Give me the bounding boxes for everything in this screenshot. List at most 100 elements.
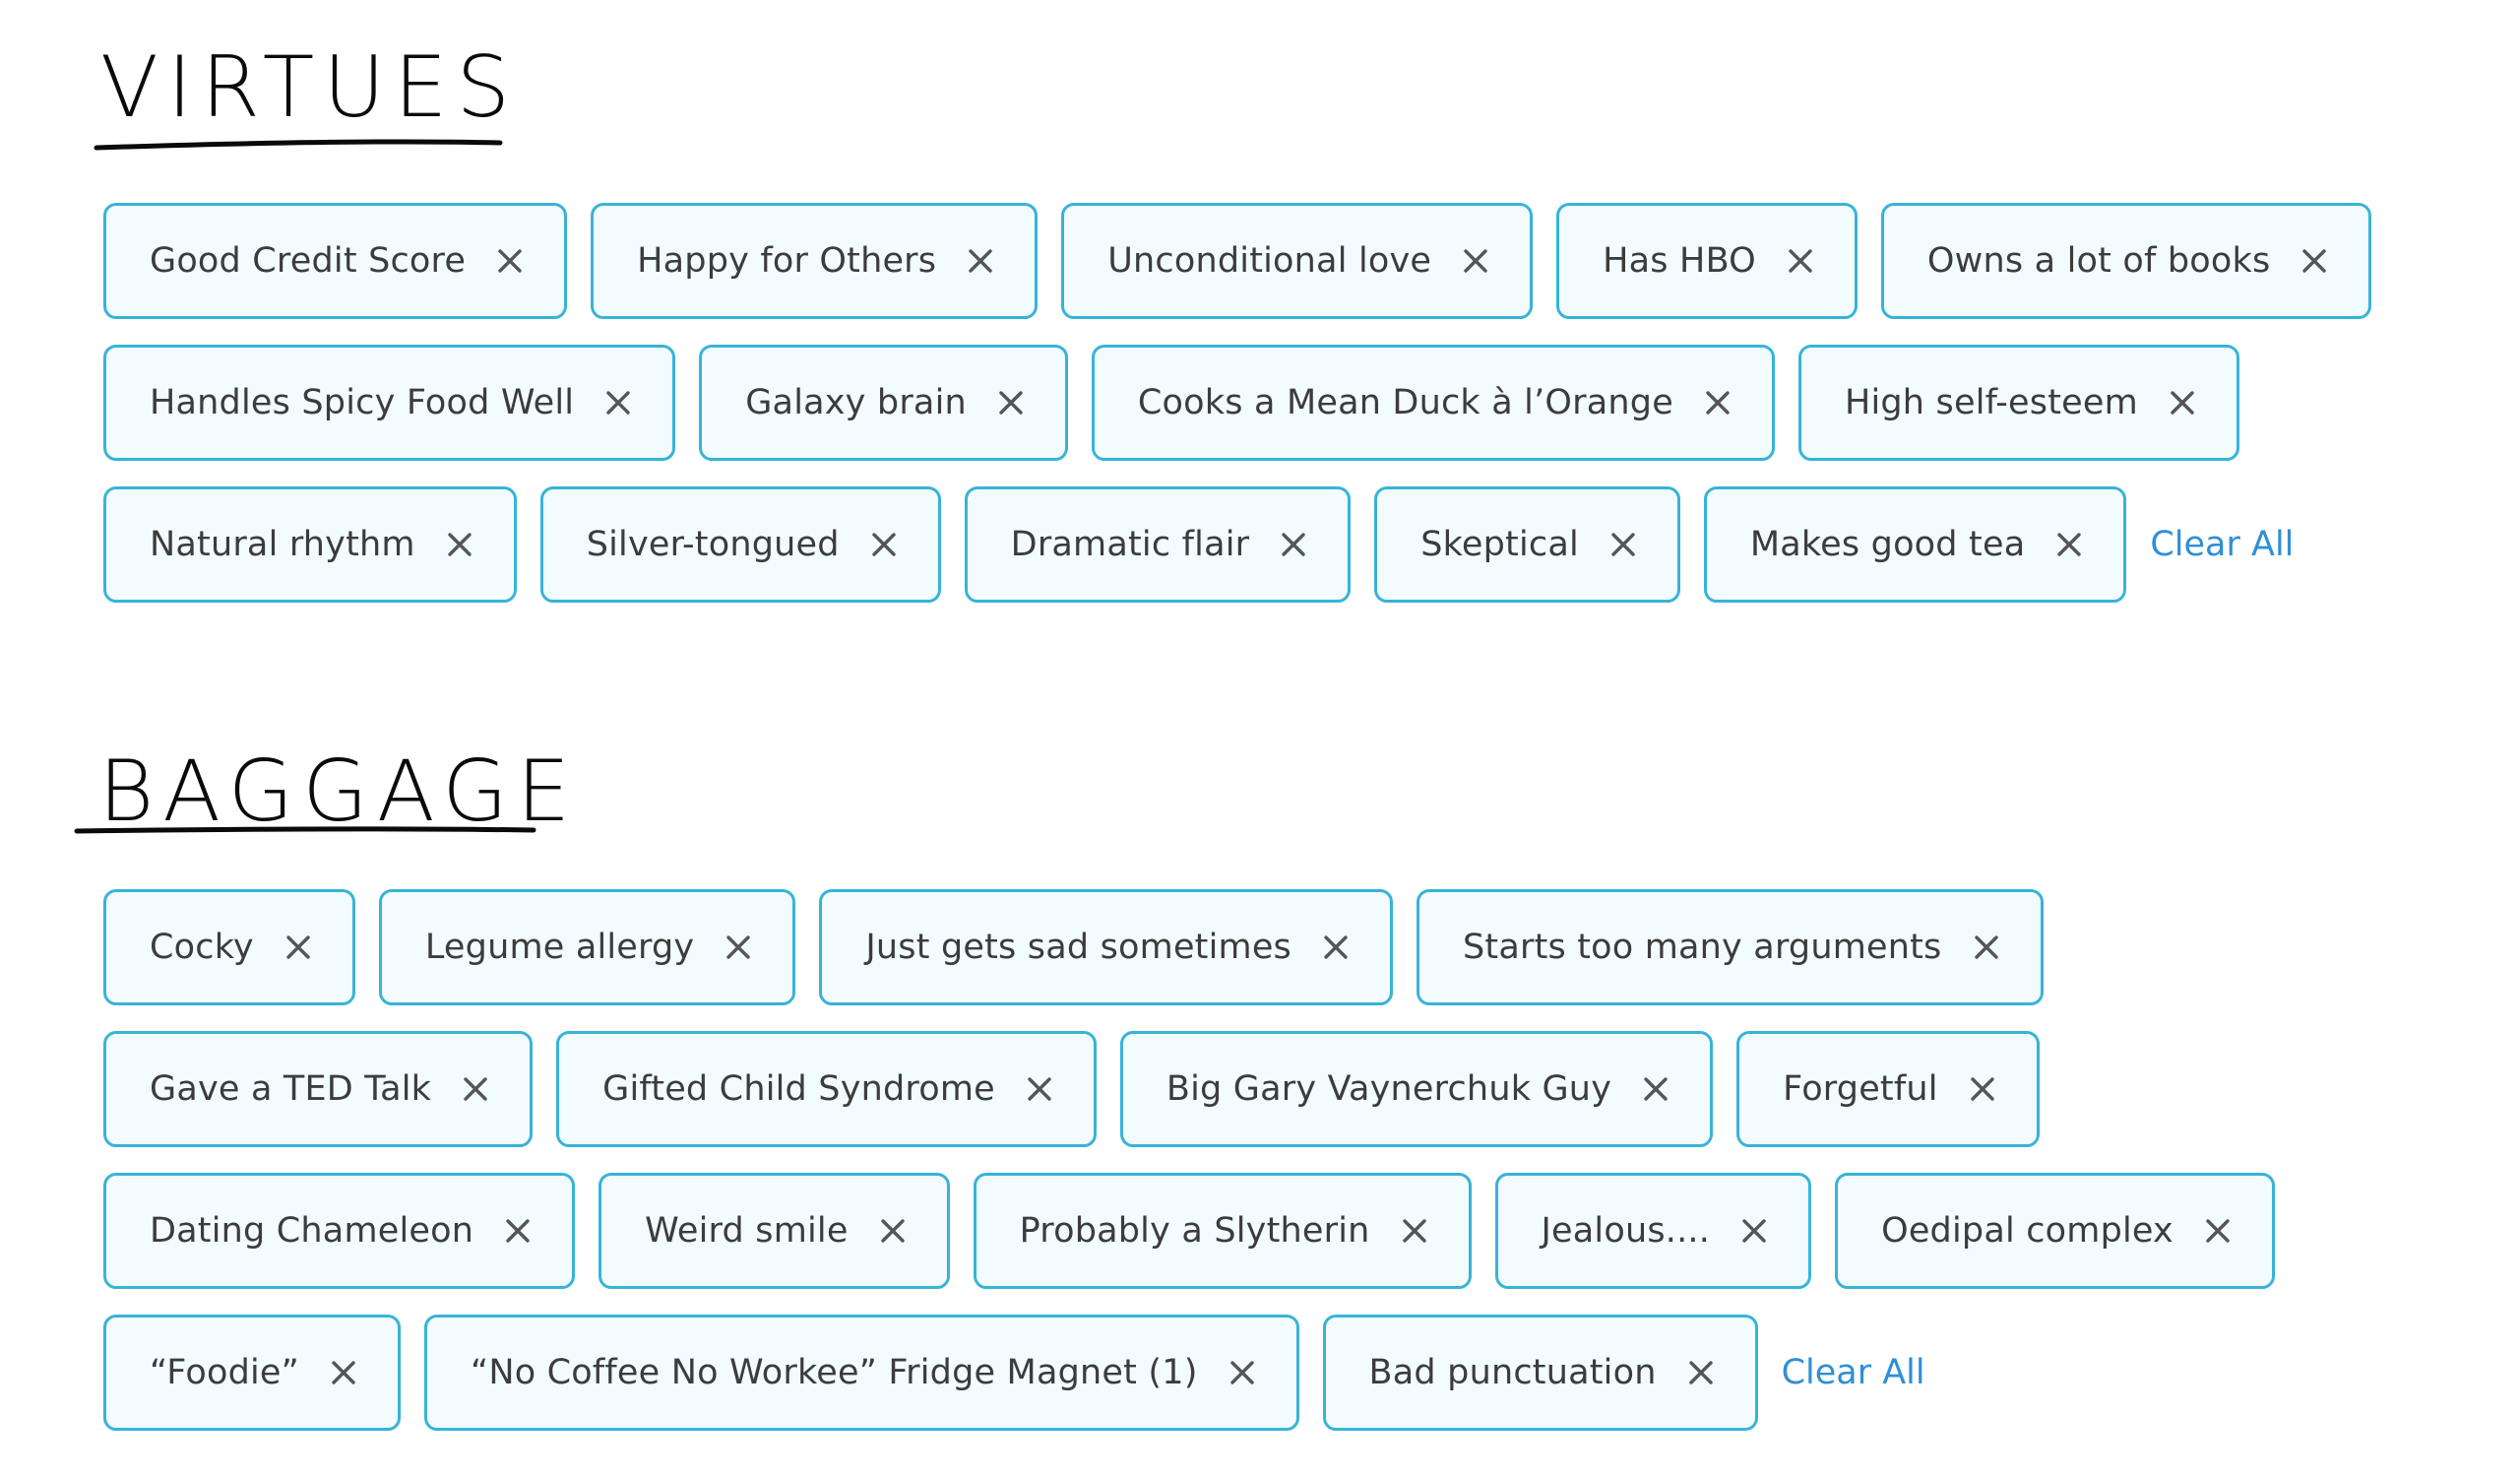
chip-label: Probably a Slytherin [1019, 1211, 1370, 1251]
close-icon[interactable] [505, 1218, 531, 1244]
chip-label: Handles Spicy Food Well [150, 383, 575, 422]
close-icon[interactable] [1281, 532, 1306, 557]
close-icon[interactable] [871, 532, 897, 557]
chip-natural-rhythm[interactable]: Natural rhythm [103, 486, 517, 603]
close-icon[interactable] [1323, 934, 1349, 960]
chip-label: Good Credit Score [150, 241, 467, 281]
close-icon[interactable] [1970, 1076, 1995, 1102]
chip-label: Galaxy brain [745, 383, 967, 422]
close-icon[interactable] [1688, 1360, 1714, 1385]
chip-label: Skeptical [1420, 525, 1579, 564]
virtues-chip-row: Good Credit Score Happy for Others Uncondi… [103, 201, 2466, 321]
chip-happy-for-others[interactable]: Happy for Others [591, 203, 1039, 319]
chip-just-gets-sad-sometimes[interactable]: Just gets sad sometimes [819, 889, 1393, 1005]
close-icon[interactable] [1402, 1218, 1427, 1244]
close-icon[interactable] [2301, 248, 2327, 274]
chip-label: Cocky [150, 928, 254, 967]
virtues-heading: VIRTUES [79, 0, 541, 158]
chip-foodie[interactable]: “Foodie” [103, 1315, 401, 1431]
close-icon[interactable] [285, 934, 311, 960]
close-icon[interactable] [998, 390, 1024, 416]
close-icon[interactable] [725, 934, 751, 960]
close-icon[interactable] [331, 1360, 356, 1385]
baggage-heading-underline [74, 826, 536, 834]
chip-label: Dramatic flair [1010, 525, 1250, 564]
chip-dramatic-flair[interactable]: Dramatic flair [964, 486, 1352, 603]
chip-label: Happy for Others [637, 241, 937, 281]
chip-label: High self-esteem [1844, 383, 2138, 422]
chip-good-credit-score[interactable]: Good Credit Score [103, 203, 568, 319]
close-icon[interactable] [1610, 532, 1636, 557]
chip-gifted-child-syndrome[interactable]: Gifted Child Syndrome [556, 1031, 1097, 1147]
chip-cooks-a-mean-duck-l-orange[interactable]: Cooks a Mean Duck à l’Orange [1091, 345, 1775, 461]
chip-label: Bad punctuation [1368, 1353, 1657, 1392]
close-icon[interactable] [463, 1076, 488, 1102]
chip-cocky[interactable]: Cocky [103, 889, 355, 1005]
chip-label: Big Gary Vaynerchuk Guy [1166, 1069, 1612, 1109]
chip-label: Unconditional love [1107, 241, 1432, 281]
baggage-chip-row: Cocky Legume allergy Just gets sad sometim… [103, 887, 2466, 1007]
chip-label: Jealous.... [1541, 1211, 1711, 1251]
baggage-clear-all-button[interactable]: Clear All [1782, 1353, 1925, 1392]
baggage-heading-graphic: BAGGAGE [74, 742, 570, 841]
chip-makes-good-tea[interactable]: Makes good tea [1703, 486, 2127, 603]
virtues-heading-graphic: VIRTUES [94, 38, 510, 151]
chip-skeptical[interactable]: Skeptical [1374, 486, 1680, 603]
chip-oedipal-complex[interactable]: Oedipal complex [1835, 1173, 2275, 1289]
chip-jealous[interactable]: Jealous.... [1494, 1173, 1812, 1289]
chip-label: Silver-tongued [586, 525, 840, 564]
chip-has-hbo[interactable]: Has HBO [1556, 203, 1858, 319]
chip-legume-allergy[interactable]: Legume allergy [378, 889, 796, 1005]
chip-no-coffee-no-workee-fridge-magnet-1[interactable]: “No Coffee No Workee” Fridge Magnet (1) [423, 1315, 1299, 1431]
chip-gave-a-ted-talk[interactable]: Gave a TED Talk [103, 1031, 534, 1147]
chip-label: Just gets sad sometimes [865, 928, 1292, 967]
baggage-heading-text: BAGGAGE [98, 742, 579, 841]
close-icon[interactable] [1643, 1076, 1669, 1102]
chip-label: Weird smile [645, 1211, 849, 1251]
close-icon[interactable] [1027, 1076, 1052, 1102]
chip-bad-punctuation[interactable]: Bad punctuation [1322, 1315, 1758, 1431]
virtues-chip-row: Handles Spicy Food Well Galaxy brain Cooks… [103, 343, 2466, 463]
chip-galaxy-brain[interactable]: Galaxy brain [699, 345, 1068, 461]
chip-label: Legume allergy [424, 928, 695, 967]
close-icon[interactable] [1705, 390, 1731, 416]
close-icon[interactable] [1788, 248, 1813, 274]
chip-label: Cooks a Mean Duck à l’Orange [1137, 383, 1673, 422]
baggage-chip-row: “Foodie” “No Coffee No Workee” Fridge Mag… [103, 1313, 2466, 1433]
baggage-chip-row: Gave a TED Talk Gifted Child Syndrome Big … [103, 1029, 2466, 1149]
chip-silver-tongued[interactable]: Silver-tongued [539, 486, 941, 603]
chip-label: Gifted Child Syndrome [602, 1069, 995, 1109]
chip-label: “Foodie” [150, 1353, 299, 1392]
close-icon[interactable] [447, 532, 472, 557]
close-icon[interactable] [1229, 1360, 1255, 1385]
chip-label: Oedipal complex [1881, 1211, 2174, 1251]
chip-high-self-esteem[interactable]: High self-esteem [1797, 345, 2239, 461]
close-icon[interactable] [1741, 1218, 1767, 1244]
virtues-heading-underline [94, 139, 503, 151]
close-icon[interactable] [1463, 248, 1488, 274]
chip-dating-chameleon[interactable]: Dating Chameleon [103, 1173, 576, 1289]
virtues-clear-all-button[interactable]: Clear All [2150, 525, 2294, 564]
baggage-heading: BAGGAGE [74, 724, 570, 881]
chip-weird-smile[interactable]: Weird smile [598, 1173, 950, 1289]
close-icon[interactable] [2170, 390, 2195, 416]
close-icon[interactable] [2205, 1218, 2231, 1244]
close-icon[interactable] [1974, 934, 1999, 960]
chip-label: Dating Chameleon [150, 1211, 474, 1251]
virtues-chip-list: Good Credit Score Happy for Others Uncondi… [103, 201, 2466, 626]
close-icon[interactable] [968, 248, 993, 274]
chip-label: Gave a TED Talk [150, 1069, 432, 1109]
chip-forgetful[interactable]: Forgetful [1736, 1031, 2040, 1147]
chip-probably-a-slytherin[interactable]: Probably a Slytherin [973, 1173, 1472, 1289]
chip-owns-a-lot-of-books[interactable]: Owns a lot of books [1880, 203, 2372, 319]
chip-starts-too-many-arguments[interactable]: Starts too many arguments [1417, 889, 2044, 1005]
close-icon[interactable] [880, 1218, 906, 1244]
chip-label: Natural rhythm [150, 525, 415, 564]
close-icon[interactable] [605, 390, 631, 416]
chip-big-gary-vaynerchuk-guy[interactable]: Big Gary Vaynerchuk Guy [1119, 1031, 1714, 1147]
close-icon[interactable] [497, 248, 523, 274]
chip-label: “No Coffee No Workee” Fridge Magnet (1) [470, 1353, 1198, 1392]
chip-handles-spicy-food-well[interactable]: Handles Spicy Food Well [103, 345, 676, 461]
close-icon[interactable] [2056, 532, 2082, 557]
chip-unconditional-love[interactable]: Unconditional love [1061, 203, 1534, 319]
